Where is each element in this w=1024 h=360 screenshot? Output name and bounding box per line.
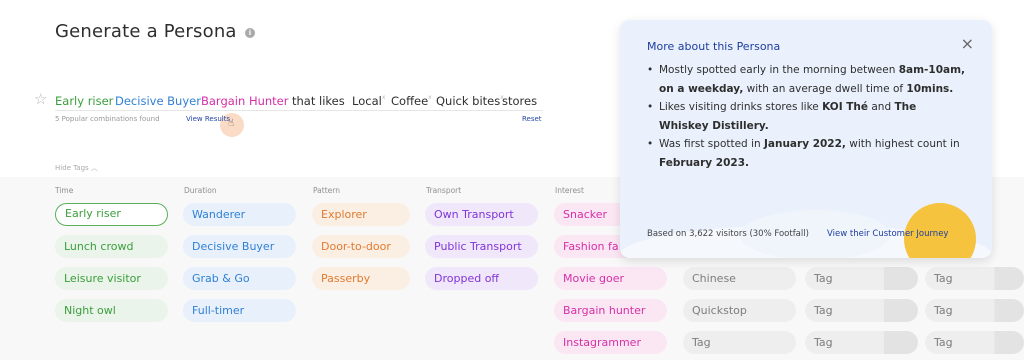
tag-placeholder[interactable]: Tag [805, 299, 918, 322]
tag-early-riser[interactable]: Early riser [55, 203, 168, 226]
tag-public-transport[interactable]: Public Transport [425, 235, 538, 258]
customer-journey-link[interactable]: View their Customer Journey [827, 229, 948, 239]
tag-own-transport[interactable]: Own Transport [425, 203, 538, 226]
tag-placeholder[interactable]: Tag [683, 331, 796, 354]
tag-placeholder[interactable]: Tag [925, 267, 1024, 290]
column-header-pattern: Pattern [313, 186, 340, 195]
persona-chip-interest[interactable]: Bargain Hunter [201, 94, 289, 108]
tag-bargain-hunter[interactable]: Bargain hunter [554, 299, 667, 322]
tag-chinese[interactable]: Chinese [683, 267, 796, 290]
insight-item: Likes visiting drinks stores like KOI Th… [647, 98, 967, 135]
like-chip-local[interactable]: Localx [352, 94, 385, 108]
tag-placeholder[interactable]: Tag [925, 331, 1024, 354]
view-results-link[interactable]: View Results [186, 115, 230, 123]
persona-chip-time[interactable]: Early riser [55, 94, 113, 108]
column-header-time: Time [55, 186, 74, 195]
pointer-cursor-icon: ☝ [228, 118, 235, 129]
tag-placeholder[interactable]: Tag [805, 267, 918, 290]
persona-insights-list: Mostly spotted early in the morning betw… [647, 61, 967, 172]
persona-details-popup: More about this Persona × Mostly spotted… [620, 20, 992, 258]
like-chip-coffee[interactable]: Coffeex [391, 94, 432, 108]
suffix-text: stores [502, 94, 538, 108]
page-title: Generate a Persona [55, 21, 237, 42]
tag-explorer[interactable]: Explorer [312, 203, 410, 226]
insight-item: Was first spotted in January 2022, with … [647, 135, 967, 172]
tag-passerby[interactable]: Passerby [312, 267, 410, 290]
insight-item: Mostly spotted early in the morning betw… [647, 61, 967, 98]
combinations-count: 5 Popular combinations found [55, 115, 160, 123]
hide-tags-toggle[interactable]: Hide Tags ︿ [55, 163, 98, 173]
chevron-up-icon: ︿ [90, 164, 98, 172]
tag-placeholder[interactable]: Tag [805, 331, 918, 354]
tag-decisive-buyer[interactable]: Decisive Buyer [183, 235, 296, 258]
persona-chip-duration[interactable]: Decisive Buyer [115, 94, 201, 108]
close-icon[interactable]: × [961, 34, 974, 53]
tag-full-timer[interactable]: Full-timer [183, 299, 296, 322]
connector-text: that likes [292, 94, 345, 108]
sentence-underline [55, 110, 543, 111]
column-header-interest: Interest [555, 186, 584, 195]
tag-leisure-visitor[interactable]: Leisure visitor [55, 267, 168, 290]
tag-movie-goer[interactable]: Movie goer [554, 267, 667, 290]
tag-grab-and-go[interactable]: Grab & Go [183, 267, 296, 290]
remove-icon[interactable]: x [382, 94, 386, 101]
like-chip-quick-bites[interactable]: Quick bitesx [436, 94, 504, 108]
tag-wanderer[interactable]: Wanderer [183, 203, 296, 226]
tag-night-owl[interactable]: Night owl [55, 299, 168, 322]
tag-quickstop[interactable]: Quickstop [683, 299, 796, 322]
reset-link[interactable]: Reset [522, 115, 542, 123]
column-header-transport: Transport [426, 186, 462, 195]
star-icon[interactable]: ☆ [34, 92, 47, 107]
tag-lunch-crowd[interactable]: Lunch crowd [55, 235, 168, 258]
popup-title: More about this Persona [647, 40, 781, 53]
tag-door-to-door[interactable]: Door-to-door [312, 235, 410, 258]
visitor-footnote: Based on 3,622 visitors (30% Footfall) [647, 229, 809, 239]
column-header-duration: Duration [184, 186, 217, 195]
tag-dropped-off[interactable]: Dropped off [425, 267, 538, 290]
tag-placeholder[interactable]: Tag [925, 299, 1024, 322]
remove-icon[interactable]: x [428, 94, 432, 101]
info-icon[interactable]: i [245, 28, 255, 38]
tag-instagrammer[interactable]: Instagrammer [554, 331, 667, 354]
